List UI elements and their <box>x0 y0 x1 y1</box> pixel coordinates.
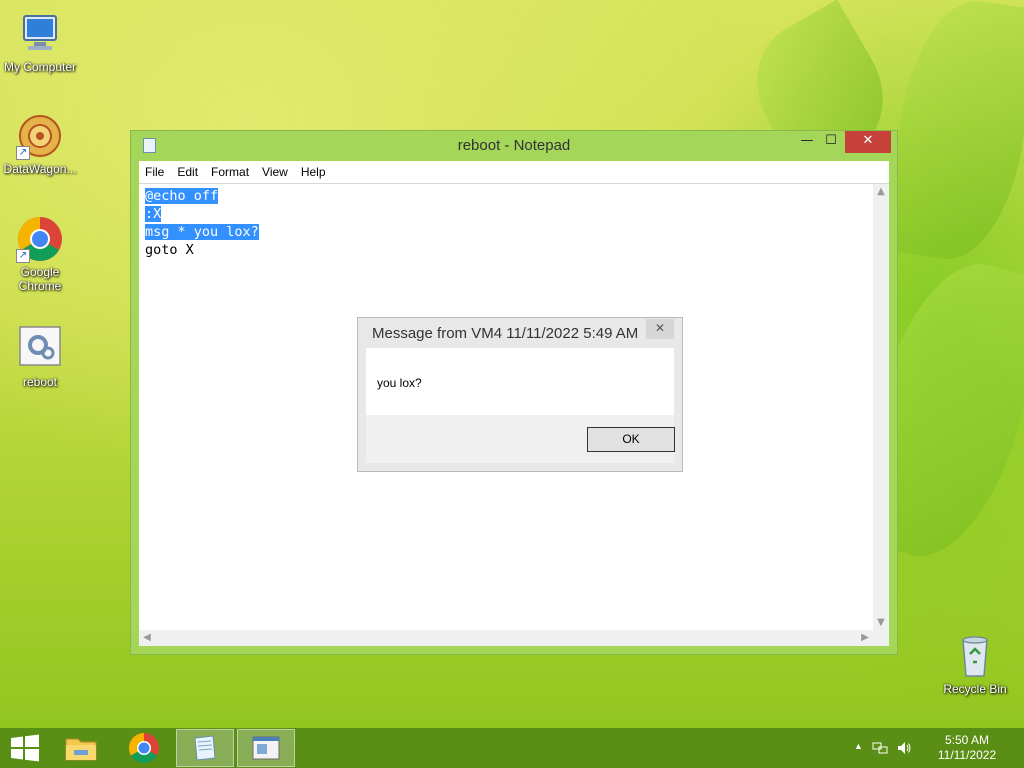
close-button[interactable]: ✕ <box>845 131 891 153</box>
folder-icon <box>65 738 97 761</box>
dialog-message: you lox? <box>377 376 422 390</box>
show-hidden-icons-icon[interactable]: ▲ <box>854 741 863 751</box>
scroll-right-icon[interactable]: ▶ <box>857 632 873 643</box>
desktop-icon-label: reboot <box>22 375 58 389</box>
batch-file-icon <box>16 325 64 373</box>
desktop-icon-label: My Computer <box>3 60 77 74</box>
start-button[interactable] <box>0 729 50 767</box>
text-line: @echo off <box>145 188 219 204</box>
vertical-scrollbar[interactable]: ▲ ▼ <box>873 184 889 630</box>
computer-icon <box>16 10 64 58</box>
scrollbar-corner <box>873 630 889 646</box>
menu-edit[interactable]: Edit <box>177 165 198 179</box>
network-icon[interactable] <box>872 740 888 756</box>
clock[interactable]: 5:50 AM 11/11/2022 <box>932 733 1002 763</box>
shortcut-arrow-icon: ↗ <box>16 249 30 263</box>
desktop-icon-reboot[interactable]: reboot <box>0 325 80 389</box>
maximize-button[interactable]: ☐ <box>819 131 843 153</box>
chrome-icon: ↗ <box>16 215 64 263</box>
desktop-icon-google-chrome[interactable]: ↗ Google Chrome <box>0 215 80 293</box>
menu-bar: File Edit Format View Help <box>139 161 889 183</box>
taskbar: ▲ 5:50 AM 11/11/2022 <box>0 728 1024 768</box>
notepad-icon <box>194 735 216 761</box>
shortcut-arrow-icon: ↗ <box>16 146 30 160</box>
text-line: msg * you lox? <box>145 224 259 240</box>
menu-file[interactable]: File <box>145 165 164 179</box>
window-title: reboot - Notepad <box>457 137 571 154</box>
desktop-icon-recycle-bin[interactable]: Recycle Bin <box>935 632 1015 696</box>
dialog-body: you lox? <box>366 348 674 415</box>
minimize-button[interactable]: — <box>795 131 819 153</box>
dialog-title: Message from VM4 11/11/2022 5:49 AM <box>372 325 639 342</box>
text-line: goto X <box>145 242 194 258</box>
desktop-icon-label: Google Chrome <box>18 265 62 293</box>
menu-view[interactable]: View <box>262 165 288 179</box>
scroll-left-icon[interactable]: ◀ <box>139 632 155 643</box>
message-dialog[interactable]: Message from VM4 11/11/2022 5:49 AM ✕ yo… <box>357 317 683 472</box>
windows-logo-icon <box>11 734 39 762</box>
clock-time: 5:50 AM <box>944 733 990 747</box>
scroll-down-icon[interactable]: ▼ <box>873 617 889 628</box>
taskbar-chrome[interactable] <box>115 729 173 767</box>
horizontal-scrollbar[interactable]: ◀ ▶ <box>139 630 873 646</box>
datawagon-logo-icon: ↗ <box>16 112 64 160</box>
wallpaper-leaf <box>882 0 1024 268</box>
recycle-bin-icon <box>951 632 999 680</box>
desktop-icon-label: Recycle Bin <box>943 682 1007 696</box>
desktop-icon-my-computer[interactable]: My Computer <box>0 10 80 74</box>
system-tray: ▲ 5:50 AM 11/11/2022 <box>854 728 1014 768</box>
text-line: :X <box>145 206 162 222</box>
ok-button[interactable]: OK <box>587 427 675 452</box>
clock-date: 11/11/2022 <box>937 748 997 762</box>
volume-icon[interactable] <box>896 740 912 756</box>
taskbar-notepad[interactable] <box>176 729 234 767</box>
window-icon <box>252 736 280 760</box>
editor-content[interactable]: @echo off :X msg * you lox? goto X <box>145 187 259 259</box>
desktop-icon-label: DataWagon... <box>3 162 77 176</box>
desktop-icon-datawagon[interactable]: ↗ DataWagon... <box>0 112 80 176</box>
chrome-icon <box>128 733 159 764</box>
title-bar[interactable]: reboot - Notepad — ☐ ✕ <box>131 131 897 161</box>
menu-help[interactable]: Help <box>301 165 326 179</box>
dialog-close-button[interactable]: ✕ <box>646 319 674 339</box>
scroll-up-icon[interactable]: ▲ <box>873 186 889 197</box>
taskbar-file-explorer[interactable] <box>52 729 110 767</box>
menu-format[interactable]: Format <box>211 165 249 179</box>
taskbar-message-window[interactable] <box>237 729 295 767</box>
dialog-footer: OK <box>366 415 675 463</box>
